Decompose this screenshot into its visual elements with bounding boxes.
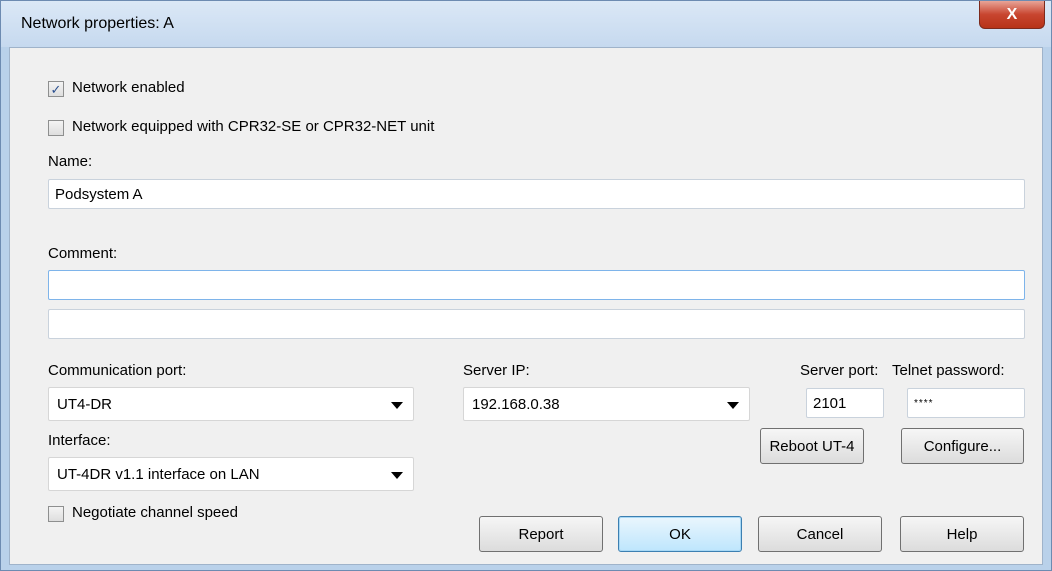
comment-input-line-1[interactable] [48, 270, 1025, 300]
comment-label: Comment: [48, 245, 118, 262]
server-port-label: Server port: [800, 362, 879, 379]
cpr-equipped-label: Network equipped with CPR32-SE or CPR32-… [72, 118, 435, 135]
name-value: Podsystem A [55, 185, 143, 203]
ok-button[interactable]: OK [618, 516, 742, 552]
interface-label: Interface: [48, 432, 111, 449]
reboot-ut4-button[interactable]: Reboot UT-4 [760, 428, 864, 464]
dialog-title: Network properties: A [21, 15, 174, 32]
negotiate-speed-label: Negotiate channel speed [72, 504, 238, 521]
cancel-button[interactable]: Cancel [758, 516, 882, 552]
name-label: Name: [48, 153, 93, 170]
comment-input-line-2[interactable] [48, 309, 1025, 339]
chevron-down-icon [727, 402, 739, 409]
server-port-input[interactable]: 2101 [806, 388, 884, 418]
telnet-password-label: Telnet password: [892, 362, 1005, 379]
negotiate-speed-checkbox[interactable] [48, 506, 64, 522]
chevron-down-icon [391, 402, 403, 409]
comm-port-value: UT4-DR [57, 395, 112, 413]
comm-port-select[interactable]: UT4-DR [48, 387, 414, 421]
interface-select[interactable]: UT-4DR v1.1 interface on LAN [48, 457, 414, 491]
server-ip-value: 192.168.0.38 [472, 395, 560, 413]
server-ip-select[interactable]: 192.168.0.38 [463, 387, 750, 421]
server-ip-label: Server IP: [463, 362, 530, 379]
telnet-password-value: **** [914, 397, 934, 409]
checkmark-icon: ✓ [50, 81, 62, 97]
network-properties-dialog: Network properties: A X ✓ Network enable… [0, 0, 1052, 571]
title-bar[interactable]: Network properties: A [1, 1, 1051, 47]
dialog-client-area: ✓ Network enabled Network equipped with … [9, 47, 1043, 565]
report-button[interactable]: Report [479, 516, 603, 552]
cpr-equipped-checkbox[interactable] [48, 120, 64, 136]
telnet-password-input[interactable]: **** [907, 388, 1025, 418]
comm-port-label: Communication port: [48, 362, 187, 379]
close-button[interactable]: X [979, 1, 1045, 29]
help-button[interactable]: Help [900, 516, 1024, 552]
interface-value: UT-4DR v1.1 interface on LAN [57, 465, 260, 483]
chevron-down-icon [391, 472, 403, 479]
network-enabled-label: Network enabled [72, 79, 185, 96]
name-input[interactable]: Podsystem A [48, 179, 1025, 209]
configure-button[interactable]: Configure... [901, 428, 1024, 464]
close-icon: X [1006, 5, 1018, 23]
network-enabled-checkbox[interactable]: ✓ [48, 81, 64, 97]
server-port-value: 2101 [813, 394, 847, 412]
